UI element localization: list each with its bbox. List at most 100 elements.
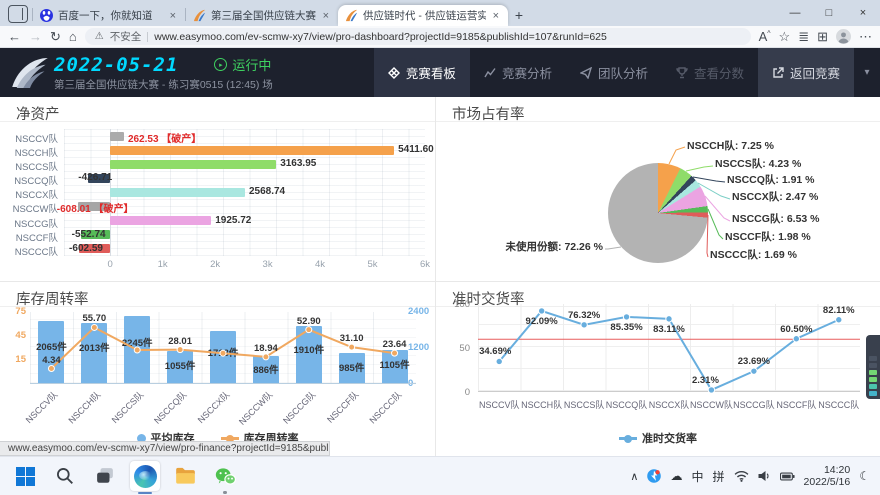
new-tab-button[interactable]: + <box>508 5 530 26</box>
ime-pinyin-icon[interactable]: 拼 <box>713 468 725 485</box>
line-value-label: 92.09% <box>526 316 558 327</box>
battery-icon[interactable] <box>780 472 795 481</box>
line-point[interactable] <box>263 354 269 360</box>
market-share-chart: NSCCH队: 7.25 % NSCCS队: 4.23 % NSCCQ队: 1.… <box>436 123 880 281</box>
not-secure-label: 不安全 <box>110 29 142 44</box>
line-value-label: 76.32% <box>568 310 600 321</box>
line-point[interactable] <box>496 358 502 364</box>
net-assets-bar[interactable] <box>110 146 394 155</box>
category-label: NSCCV队 <box>2 131 58 145</box>
line-point[interactable] <box>666 316 672 322</box>
wechat-button[interactable] <box>210 461 240 491</box>
nav-label: 竞赛看板 <box>406 63 456 82</box>
nav-item-view-scores: 查看分数 <box>662 48 758 97</box>
folder-icon <box>175 467 196 485</box>
url-text: www.easymoo.com/ev-scmw-xy7/view/pro-das… <box>154 31 607 43</box>
tab-close-icon[interactable]: × <box>168 10 178 22</box>
line-point[interactable] <box>91 324 97 330</box>
volume-icon[interactable] <box>758 470 771 482</box>
line-point[interactable] <box>306 327 312 333</box>
line-point[interactable] <box>836 317 842 323</box>
browser-toolbar: ← → ↻ ⌂ ⚠ 不安全 www.easymoo.com/ev-scmw-xy… <box>0 26 880 48</box>
panel-title: 市场占有率 <box>436 97 880 122</box>
header-info: 2022-05-21 ▸ 运行中 第三届全国供应链大赛 - 练习赛0515 (1… <box>54 48 273 97</box>
line-point[interactable] <box>538 308 544 314</box>
net-assets-chart: NSCCV队262.53 【破产】NSCCH队5411.60NSCCS队3163… <box>0 123 435 281</box>
line-point[interactable] <box>349 344 355 350</box>
baidu-favicon <box>40 9 53 22</box>
line-point[interactable] <box>623 314 629 320</box>
x-axis-tick: 1k <box>158 259 168 270</box>
browser-tab-active[interactable]: 供应链时代 - 供应链运营实战 ( × <box>338 5 508 26</box>
panel-title: 净资产 <box>0 97 435 122</box>
bar-value-label: -552.74 <box>72 229 106 240</box>
y-axis-tick: 50 <box>446 343 470 354</box>
start-button[interactable] <box>10 461 40 491</box>
windows-logo-icon <box>16 467 35 486</box>
x-axis-category-label: NSCCV队 <box>13 388 60 435</box>
line-point[interactable] <box>793 336 799 342</box>
wifi-icon[interactable] <box>734 470 749 482</box>
collections-icon[interactable]: ⊞ <box>817 30 828 43</box>
bar-value-label: 1925.72 <box>215 215 251 226</box>
nav-item-team-analysis[interactable]: 团队分析 <box>566 48 662 97</box>
task-view-button[interactable] <box>90 461 120 491</box>
run-status: ▸ 运行中 <box>214 55 271 74</box>
net-assets-bar[interactable] <box>110 132 124 141</box>
browser-tab-baidu[interactable]: 百度一下，你就知道 × <box>33 5 185 26</box>
ime-language-icon[interactable]: 中 <box>691 468 703 485</box>
line-point[interactable] <box>134 347 140 353</box>
line-chart-icon <box>484 67 496 79</box>
line-point[interactable] <box>177 347 183 353</box>
x-axis-category-label: NSCCS队 <box>99 388 146 435</box>
browser-menu-icon[interactable]: ⋯ <box>859 30 872 43</box>
x-axis-tick: 5k <box>367 259 377 270</box>
read-aloud-icon[interactable]: A^ <box>759 30 771 43</box>
net-assets-row: NSCCC队-602.59 <box>64 242 425 256</box>
category-label: NSCCC队 <box>2 244 58 258</box>
net-assets-bar[interactable] <box>110 188 245 197</box>
net-assets-bar[interactable] <box>110 216 211 225</box>
line-point[interactable] <box>708 387 714 393</box>
security-shield-icon[interactable] <box>647 469 661 483</box>
refresh-button[interactable]: ↻ <box>50 30 61 43</box>
task-view-icon <box>96 467 114 485</box>
taskbar-clock[interactable]: 14:20 2022/5/16 <box>804 464 851 488</box>
favorites-bar-icon[interactable]: ≣ <box>798 30 809 43</box>
window-close-button[interactable]: × <box>846 0 880 26</box>
profile-avatar[interactable] <box>836 29 851 44</box>
taskbar-search-button[interactable] <box>50 461 80 491</box>
tab-close-icon[interactable]: × <box>491 10 501 22</box>
x-axis-category-label: NSCCW队 <box>228 388 275 435</box>
line-point[interactable] <box>220 350 226 356</box>
line-point[interactable] <box>48 366 54 372</box>
home-button[interactable]: ⌂ <box>69 30 77 43</box>
tab-actions-icon[interactable] <box>8 5 28 23</box>
pie-chart[interactable] <box>608 163 708 263</box>
line-point[interactable] <box>751 368 757 374</box>
onedrive-cloud-icon[interactable]: ☁ <box>670 469 682 483</box>
tab-close-icon[interactable]: × <box>321 10 331 22</box>
line-point[interactable] <box>581 322 587 328</box>
file-explorer-button[interactable] <box>170 461 200 491</box>
floating-widget[interactable] <box>866 335 880 399</box>
window-minimize-button[interactable]: — <box>778 0 812 26</box>
nav-caret-icon[interactable]: ▾ <box>854 48 880 97</box>
favorite-star-icon[interactable]: ☆ <box>779 30 791 43</box>
line-point[interactable] <box>392 350 398 356</box>
taskbar-edge-button[interactable] <box>130 461 160 491</box>
nav-item-return-to-competition[interactable]: 返回竞赛 <box>758 48 854 97</box>
tab-title: 供应链时代 - 供应链运营实战 ( <box>363 8 486 23</box>
browser-tab-contest[interactable]: 第三届全国供应链大赛北京物资 × <box>186 5 338 26</box>
window-maximize-button[interactable]: □ <box>812 0 846 26</box>
x-axis-category-label: NSCCQ队 <box>142 388 189 435</box>
address-bar[interactable]: ⚠ 不安全 www.easymoo.com/ev-scmw-xy7/view/p… <box>85 28 751 45</box>
back-button[interactable]: ← <box>8 30 21 43</box>
nav-item-dashboard[interactable]: 竞赛看板 <box>374 48 470 97</box>
browser-tab-strip: 百度一下，你就知道 × 第三届全国供应链大赛北京物资 × 供应链时代 - 供应链… <box>0 0 880 26</box>
delivery-legend[interactable]: 准时交货率 <box>436 430 880 446</box>
tray-expand-icon[interactable]: ∧ <box>630 470 638 483</box>
focus-assist-moon-icon[interactable]: ☾ <box>859 469 870 483</box>
net-assets-bar[interactable] <box>110 160 276 169</box>
nav-item-competition-analysis[interactable]: 竞赛分析 <box>470 48 566 97</box>
